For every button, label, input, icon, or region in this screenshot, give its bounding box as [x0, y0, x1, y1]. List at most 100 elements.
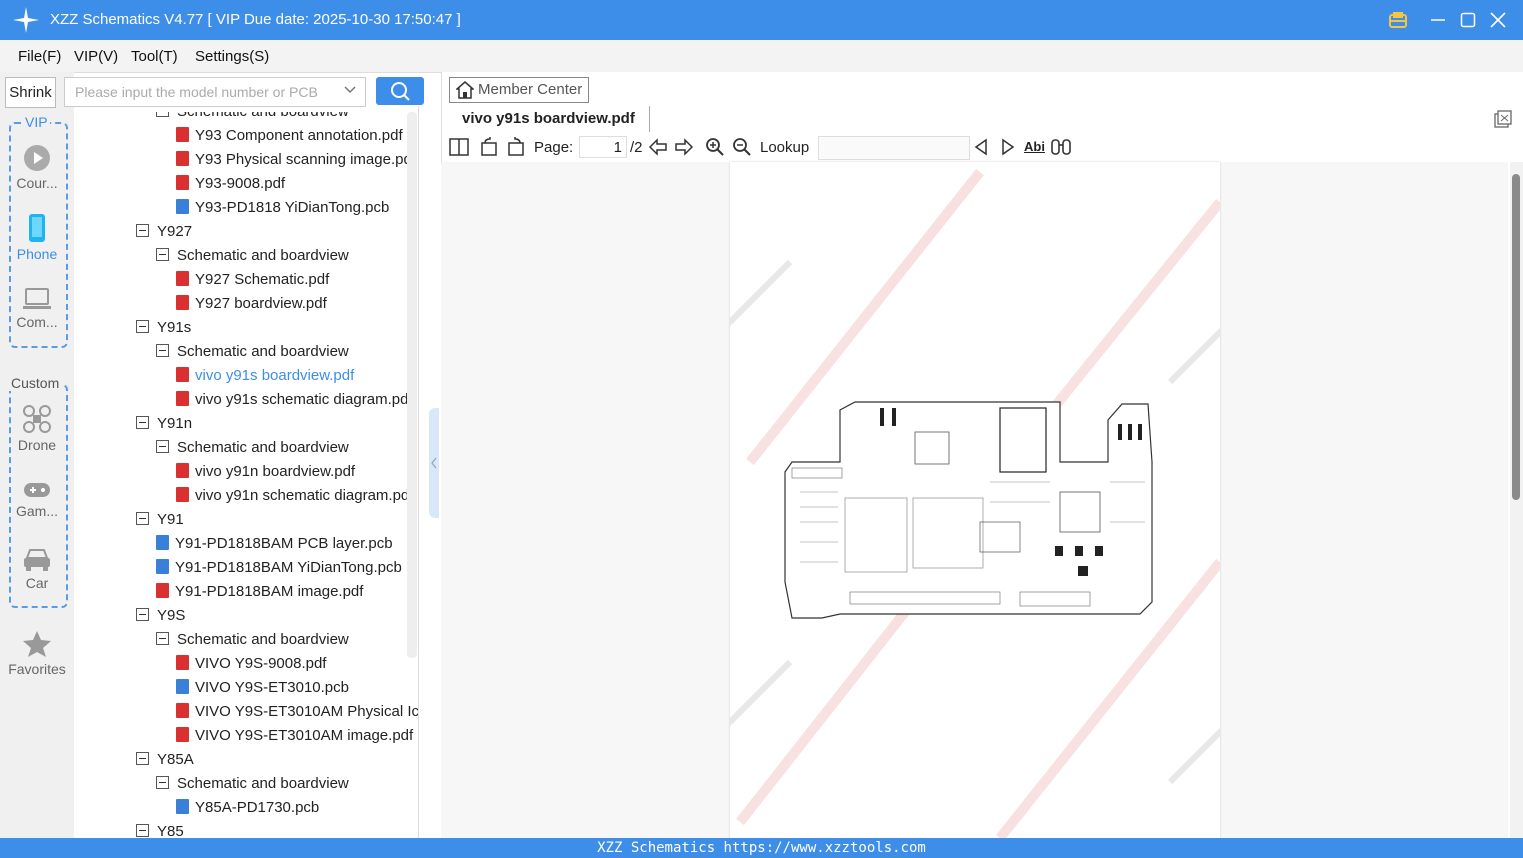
tree-file-row[interactable]: vivo y91n boardview.pdf [176, 460, 355, 484]
tree-item-label: vivo y91n boardview.pdf [195, 463, 356, 480]
collapse-toggle-icon[interactable] [136, 320, 149, 333]
close-button[interactable] [1484, 6, 1512, 34]
model-search-field[interactable] [64, 77, 366, 107]
collapse-toggle-icon[interactable] [136, 752, 149, 765]
rail-item-car[interactable]: Car [0, 546, 74, 591]
find-prev-icon[interactable] [972, 137, 990, 160]
menu-file[interactable]: File(F) [18, 48, 61, 65]
tree-file-row[interactable]: VIVO Y9S-ET3010AM Physical Ic [176, 700, 418, 724]
board-outline-graphic [784, 401, 1153, 619]
tree-file-row[interactable]: vivo y91s boardview.pdf [176, 364, 354, 388]
vip-badge-icon[interactable] [1384, 6, 1412, 34]
menu-tool[interactable]: Tool(T) [131, 48, 178, 65]
tree-folder-row[interactable]: Schematic and boardview [156, 340, 349, 364]
pdf-page[interactable] [730, 162, 1220, 838]
rotate-left-icon[interactable] [479, 137, 499, 160]
rail-label-drone: Drone [17, 437, 57, 453]
tree-folder-row[interactable]: Schematic and boardview [156, 244, 349, 268]
tree-file-row[interactable]: Y91-PD1818BAM image.pdf [156, 580, 363, 604]
tree-folder-row[interactable]: Schematic and boardview [156, 436, 349, 460]
search-button[interactable] [376, 77, 424, 105]
collapse-toggle-icon[interactable] [136, 416, 149, 429]
collapse-toggle-icon[interactable] [136, 224, 149, 237]
pdf-file-icon [176, 391, 189, 406]
tree-file-row[interactable]: Y93-9008.pdf [176, 172, 285, 196]
rotate-right-icon[interactable] [506, 137, 526, 160]
tree-folder-row[interactable]: Y927 [136, 220, 192, 244]
tree-file-row[interactable]: Y85A-PD1730.pcb [176, 796, 319, 820]
zoom-out-icon[interactable] [732, 137, 752, 160]
tree-folder-row[interactable]: Y85 [136, 820, 184, 838]
app-logo-icon [13, 7, 39, 33]
tree-file-row[interactable]: Y927 Schematic.pdf [176, 268, 329, 292]
tree-folder-row[interactable]: Schematic and boardview [156, 112, 349, 124]
collapse-toggle-icon[interactable] [136, 608, 149, 621]
home-icon [456, 81, 474, 99]
match-case-icon[interactable]: Abi [1024, 139, 1045, 154]
menu-vip[interactable]: VIP(V) [74, 48, 118, 65]
tree-folder-row[interactable]: Schematic and boardview [156, 628, 349, 652]
viewer-scrollbar-thumb[interactable] [1512, 174, 1520, 500]
find-next-icon[interactable] [999, 137, 1017, 160]
tree-folder-row[interactable]: Y91 [136, 508, 184, 532]
minimize-button[interactable] [1424, 6, 1452, 34]
rail-item-drone[interactable]: Drone [0, 404, 74, 453]
member-center-button[interactable]: Member Center [449, 77, 589, 103]
viewer-scrollbar[interactable] [1510, 162, 1523, 838]
rail-item-phone[interactable]: Phone [0, 213, 74, 262]
pcb-file-icon [156, 535, 169, 550]
collapse-toggle-icon[interactable] [156, 632, 169, 645]
tree-file-row[interactable]: Y91-PD1818BAM PCB layer.pcb [156, 532, 393, 556]
find-all-icon[interactable] [1050, 137, 1072, 160]
rail-item-game[interactable]: Gam... [0, 480, 74, 519]
collapse-toggle-icon[interactable] [156, 248, 169, 261]
shrink-button[interactable]: Shrink [5, 77, 56, 108]
tree-file-row[interactable]: vivo y91s schematic diagram.pdf [176, 388, 413, 412]
tree-file-row[interactable]: Y91-PD1818BAM YiDianTong.pcb [156, 556, 402, 580]
collapse-toggle-icon[interactable] [136, 824, 149, 837]
prev-page-icon[interactable] [648, 137, 668, 160]
collapse-toggle-icon[interactable] [136, 512, 149, 525]
search-input[interactable] [73, 83, 337, 101]
tree-folder-row[interactable]: Y9S [136, 604, 185, 628]
tree-item-label: vivo y91s boardview.pdf [195, 367, 355, 384]
collapse-handle[interactable] [429, 408, 439, 518]
tree-item-label: Y9S [157, 607, 186, 624]
tree-file-row[interactable]: Y93 Physical scanning image.pdf [176, 148, 416, 172]
tree-folder-row[interactable]: Y91s [136, 316, 191, 340]
rail-label-computer: Com... [16, 314, 58, 330]
tree-scrollbar[interactable] [407, 112, 417, 658]
page-number-input[interactable]: 1 [579, 136, 627, 158]
tree-file-row[interactable]: VIVO Y9S-ET3010.pcb [176, 676, 349, 700]
collapse-toggle-icon[interactable] [156, 344, 169, 357]
tree-item-label: Y927 Schematic.pdf [195, 271, 330, 288]
tree-file-row[interactable]: vivo y91n schematic diagram.pdf [176, 484, 413, 508]
sidebar-toggle-icon[interactable] [449, 137, 469, 160]
document-tab-title: vivo y91s boardview.pdf [462, 110, 635, 127]
page-total: /2 [630, 139, 643, 156]
tree-file-row[interactable]: Y927 boardview.pdf [176, 292, 327, 316]
menu-settings[interactable]: Settings(S) [195, 48, 269, 65]
tree-folder-row[interactable]: Schematic and boardview [156, 772, 349, 796]
collapse-toggle-icon[interactable] [156, 112, 169, 117]
collapse-toggle-icon[interactable] [156, 776, 169, 789]
restore-panel-icon[interactable] [1494, 110, 1512, 131]
rail-item-computer[interactable]: Com... [0, 287, 74, 330]
rail-item-favorites[interactable]: Favorites [0, 630, 74, 677]
zoom-in-icon[interactable] [705, 137, 725, 160]
lookup-input[interactable] [818, 136, 970, 160]
chevron-down-icon[interactable] [343, 82, 357, 99]
tree-item-label: Y927 boardview.pdf [195, 295, 327, 312]
document-tab[interactable]: vivo y91s boardview.pdf [449, 106, 650, 132]
tree-folder-row[interactable]: Y91n [136, 412, 192, 436]
collapse-toggle-icon[interactable] [156, 440, 169, 453]
tree-file-row[interactable]: VIVO Y9S-9008.pdf [176, 652, 326, 676]
rail-item-courses[interactable]: Cour... [0, 144, 74, 191]
maximize-button[interactable] [1454, 6, 1482, 34]
tree-item-label: Schematic and boardview [177, 112, 349, 120]
tree-file-row[interactable]: Y93-PD1818 YiDianTong.pcb [176, 196, 389, 220]
tree-folder-row[interactable]: Y85A [136, 748, 194, 772]
tree-file-row[interactable]: Y93 Component annotation.pdf [176, 124, 403, 148]
tree-file-row[interactable]: VIVO Y9S-ET3010AM image.pdf [176, 724, 413, 748]
next-page-icon[interactable] [674, 137, 694, 160]
